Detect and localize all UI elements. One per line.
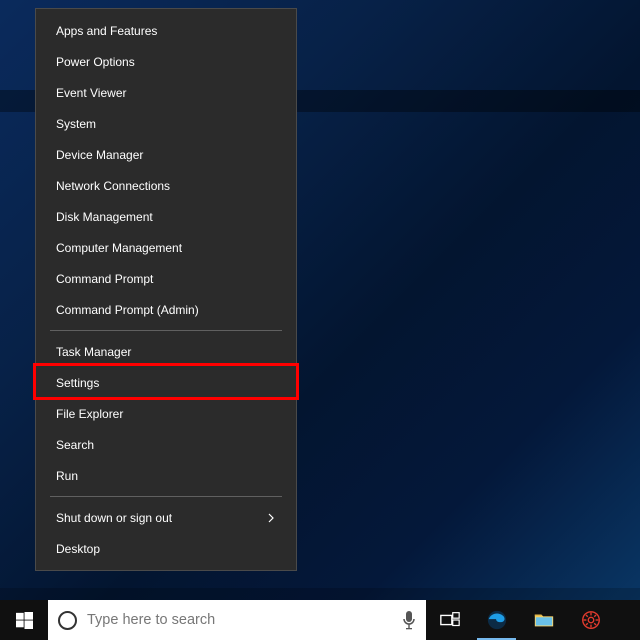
menu-item-command-prompt-admin[interactable]: Command Prompt (Admin) [36, 294, 296, 325]
taskbar-pinned-apps [426, 600, 614, 640]
menu-separator [50, 330, 282, 331]
menu-item-power-options[interactable]: Power Options [36, 46, 296, 77]
menu-item-computer-management[interactable]: Computer Management [36, 232, 296, 263]
menu-item-label: Command Prompt (Admin) [56, 303, 199, 317]
task-view-button[interactable] [426, 600, 473, 640]
menu-item-label: Run [56, 469, 78, 483]
gear-burst-icon [580, 609, 602, 631]
taskbar-search-box[interactable] [48, 600, 426, 640]
folder-icon [533, 609, 555, 631]
menu-item-disk-management[interactable]: Disk Management [36, 201, 296, 232]
menu-item-label: Event Viewer [56, 86, 126, 100]
menu-item-device-manager[interactable]: Device Manager [36, 139, 296, 170]
microphone-icon[interactable] [402, 610, 416, 630]
edge-browser-button[interactable] [473, 600, 520, 640]
menu-item-label: Shut down or sign out [56, 511, 172, 525]
menu-item-label: Command Prompt [56, 272, 153, 286]
chevron-right-icon [266, 513, 276, 523]
start-button[interactable] [0, 600, 48, 640]
task-view-icon [439, 609, 461, 631]
cortana-icon [58, 611, 77, 630]
menu-item-run[interactable]: Run [36, 460, 296, 491]
menu-item-label: Settings [56, 376, 99, 390]
file-explorer-button[interactable] [520, 600, 567, 640]
menu-item-shut-down-or-sign-out[interactable]: Shut down or sign out [36, 502, 296, 533]
menu-item-desktop[interactable]: Desktop [36, 533, 296, 564]
menu-item-label: System [56, 117, 96, 131]
menu-item-command-prompt[interactable]: Command Prompt [36, 263, 296, 294]
menu-item-label: Apps and Features [56, 24, 157, 38]
menu-item-system[interactable]: System [36, 108, 296, 139]
edge-icon [486, 609, 508, 631]
power-user-context-menu[interactable]: Apps and Features Power Options Event View… [35, 8, 297, 571]
menu-item-label: Network Connections [56, 179, 170, 193]
taskbar [0, 600, 640, 640]
menu-item-label: Computer Management [56, 241, 182, 255]
menu-item-label: Search [56, 438, 94, 452]
menu-item-label: Disk Management [56, 210, 153, 224]
windows-logo-icon [16, 612, 33, 629]
menu-item-event-viewer[interactable]: Event Viewer [36, 77, 296, 108]
menu-item-label: Desktop [56, 542, 100, 556]
menu-item-label: Task Manager [56, 345, 131, 359]
search-input[interactable] [87, 612, 392, 628]
menu-item-search[interactable]: Search [36, 429, 296, 460]
menu-item-label: File Explorer [56, 407, 123, 421]
menu-item-label: Power Options [56, 55, 135, 69]
menu-item-task-manager[interactable]: Task Manager [36, 336, 296, 367]
menu-item-settings[interactable]: Settings [36, 367, 296, 398]
menu-item-label: Device Manager [56, 148, 143, 162]
menu-item-apps-and-features[interactable]: Apps and Features [36, 15, 296, 46]
menu-item-file-explorer[interactable]: File Explorer [36, 398, 296, 429]
menu-separator [50, 496, 282, 497]
app-button[interactable] [567, 600, 614, 640]
menu-item-network-connections[interactable]: Network Connections [36, 170, 296, 201]
